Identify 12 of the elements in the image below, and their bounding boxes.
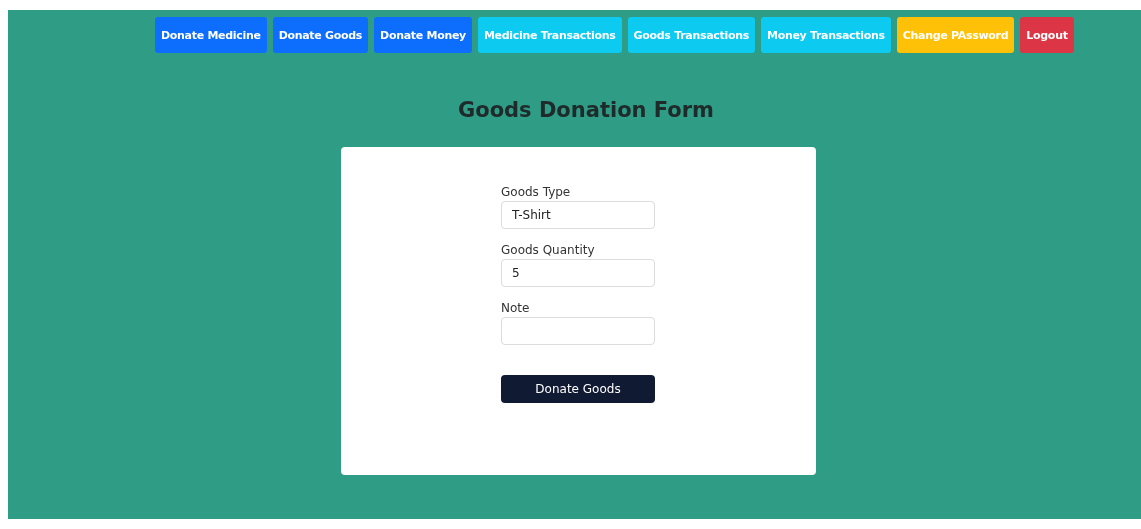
input-field[interactable] [501,317,655,345]
input-field[interactable]: 5 [501,259,655,287]
nav-button[interactable]: Donate Money [374,17,472,53]
nav-button[interactable]: Donate Goods [272,17,369,53]
form-title: Goods Donation Form [458,98,714,122]
nav-button[interactable]: Logout [1020,17,1074,53]
nav-button[interactable]: Donate Medicine [155,17,267,53]
donate-goods-button[interactable]: Donate Goods [501,375,655,403]
field-label: Goods Quantity [501,243,595,257]
field-label: Note [501,301,530,315]
input-field[interactable]: T-Shirt [501,201,655,229]
field-label: Goods Type [501,185,571,199]
